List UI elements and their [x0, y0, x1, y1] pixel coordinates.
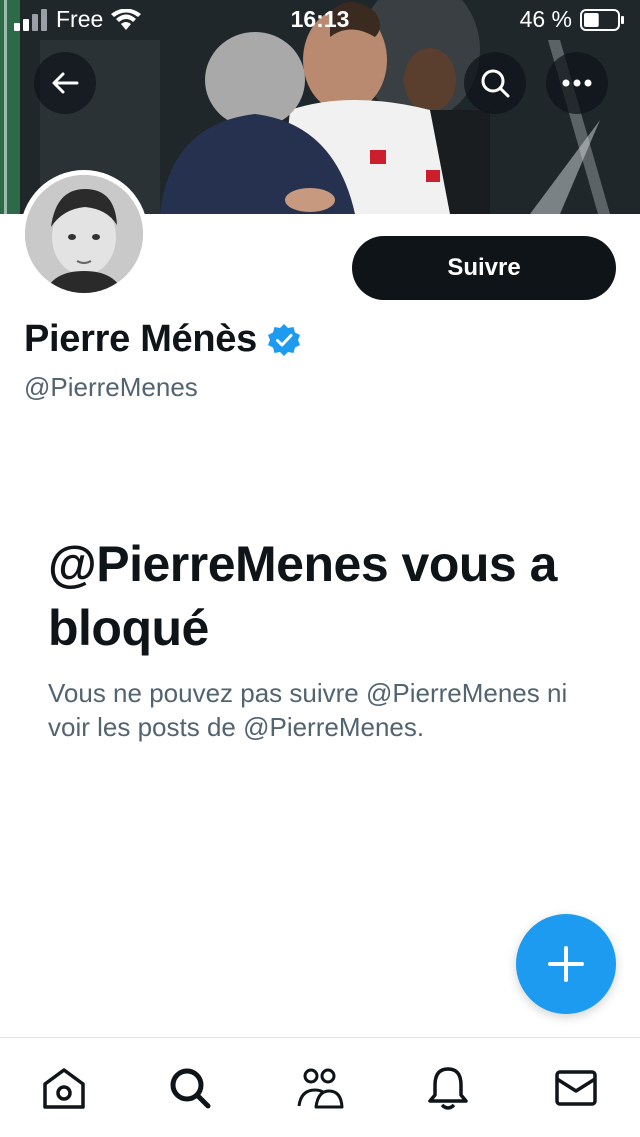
search-button[interactable] [464, 52, 526, 114]
display-name-row: Pierre Ménès [24, 318, 301, 361]
arrow-left-icon [52, 72, 79, 94]
search-icon [481, 69, 510, 98]
status-right: 46 % [520, 6, 626, 33]
battery-icon [580, 8, 624, 31]
tab-home[interactable] [40, 1064, 88, 1112]
avatar-photo [25, 175, 143, 293]
bottom-tab-bar [0, 1037, 640, 1137]
blocked-description: Vous ne pouvez pas suivre @PierreMenes n… [48, 678, 568, 742]
follow-button[interactable]: Suivre [352, 236, 616, 300]
profile-handle: @PierreMenes [24, 372, 198, 402]
blocked-title: @PierreMenes vous a bloqué [48, 536, 557, 656]
communities-icon [297, 1068, 344, 1109]
verified-badge-icon[interactable] [267, 323, 301, 357]
bell-icon [428, 1067, 468, 1110]
home-icon [43, 1068, 85, 1109]
plus-icon [548, 946, 584, 982]
tab-messages[interactable] [552, 1064, 600, 1112]
mail-icon [555, 1070, 597, 1106]
tab-search[interactable] [166, 1064, 214, 1112]
avatar-image [25, 175, 143, 293]
profile-avatar[interactable] [20, 170, 148, 298]
compose-post-button[interactable] [516, 914, 616, 1014]
search-icon [170, 1068, 211, 1109]
battery-percent: 46 % [519, 6, 572, 32]
back-button[interactable] [34, 52, 96, 114]
display-name: Pierre Ménès [24, 318, 257, 360]
tab-communities[interactable] [296, 1064, 344, 1112]
status-bar: Free 16:13 46 % [0, 0, 640, 42]
more-horizontal-icon [562, 79, 592, 87]
tab-notifications[interactable] [424, 1064, 472, 1112]
more-options-button[interactable] [546, 52, 608, 114]
